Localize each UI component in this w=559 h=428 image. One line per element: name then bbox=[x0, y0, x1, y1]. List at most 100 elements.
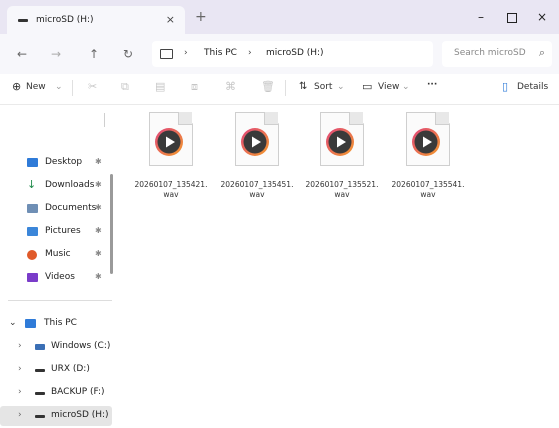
file-name: 20260107_135541. wav bbox=[388, 180, 468, 200]
file-extension: wav bbox=[163, 190, 179, 199]
file-item[interactable]: 20260107_135521. wav bbox=[302, 112, 382, 212]
pin-icon[interactable]: ✱ bbox=[95, 226, 102, 235]
tab-close-button[interactable]: × bbox=[166, 13, 175, 26]
maximize-icon bbox=[507, 12, 517, 23]
pin-icon[interactable]: ✱ bbox=[95, 249, 102, 258]
title-bar: microSD (H:) × + – × bbox=[0, 0, 559, 34]
file-extension: wav bbox=[334, 190, 350, 199]
monitor-icon bbox=[25, 319, 36, 328]
drive-icon bbox=[35, 369, 45, 372]
media-play-icon bbox=[326, 128, 354, 156]
breadcrumb-this-pc[interactable]: This PC bbox=[204, 48, 237, 58]
sidebar-item-windows-c[interactable]: › Windows (C:) bbox=[0, 337, 112, 357]
more-options-button[interactable]: ··· bbox=[427, 80, 437, 90]
sidebar-item-desktop[interactable]: Desktop ✱ bbox=[0, 153, 112, 173]
cut-button[interactable]: ✂ bbox=[88, 80, 97, 93]
toolbar-divider bbox=[285, 80, 286, 96]
chevron-down-icon: ⌄ bbox=[402, 82, 410, 92]
pin-icon[interactable]: ✱ bbox=[95, 157, 102, 166]
file-name-stem: 20260107_135421. bbox=[134, 180, 208, 189]
sidebar-item-music[interactable]: Music ✱ bbox=[0, 245, 112, 265]
sidebar-item-label: microSD (H:) bbox=[51, 410, 109, 420]
sidebar-item-backup-f[interactable]: › BACKUP (F:) bbox=[0, 383, 112, 403]
chevron-down-icon: ⌄ bbox=[55, 82, 63, 92]
sidebar-item-label: Music bbox=[45, 249, 71, 259]
chevron-right-icon[interactable]: › bbox=[18, 387, 22, 397]
file-extension: wav bbox=[420, 190, 436, 199]
file-name: 20260107_135451. wav bbox=[217, 180, 297, 200]
desktop-icon bbox=[27, 158, 38, 167]
sidebar-item-label: URX (D:) bbox=[51, 364, 90, 374]
search-icon: ⌕ bbox=[538, 46, 545, 59]
search-input[interactable]: Search microSD ⌕ bbox=[442, 41, 552, 67]
tab-title: microSD (H:) bbox=[36, 15, 94, 25]
pin-icon[interactable]: ✱ bbox=[95, 180, 102, 189]
details-icon: ▯ bbox=[502, 80, 509, 93]
chevron-down-icon[interactable]: ⌄ bbox=[9, 318, 17, 328]
refresh-button[interactable]: ↻ bbox=[118, 44, 138, 64]
file-extension: wav bbox=[249, 190, 265, 199]
sidebar-scrollbar[interactable] bbox=[110, 174, 113, 274]
sidebar-item-microsd-h[interactable]: › microSD (H:) bbox=[0, 406, 112, 426]
new-button[interactable]: New bbox=[26, 82, 46, 92]
drive-icon bbox=[35, 415, 45, 418]
address-bar-row: ← → ↑ ↻ › This PC › microSD (H:) Search … bbox=[0, 34, 559, 74]
view-icon: ▭ bbox=[362, 80, 373, 93]
monitor-icon bbox=[160, 49, 173, 59]
up-button[interactable]: ↑ bbox=[84, 44, 104, 64]
chevron-right-icon[interactable]: › bbox=[18, 410, 22, 420]
copy-button[interactable]: ⧉ bbox=[121, 80, 129, 94]
file-item[interactable]: 20260107_135451. wav bbox=[217, 112, 297, 212]
file-item[interactable]: 20260107_135421. wav bbox=[131, 112, 211, 212]
file-name-stem: 20260107_135521. bbox=[305, 180, 379, 189]
minimize-button[interactable]: – bbox=[466, 6, 496, 28]
back-button[interactable]: ← bbox=[12, 44, 32, 64]
sidebar-item-this-pc[interactable]: ⌄ This PC bbox=[0, 314, 112, 334]
sidebar-item-downloads[interactable]: ↓ Downloads ✱ bbox=[0, 176, 112, 196]
sidebar-item-label: Documents bbox=[45, 203, 97, 213]
navigation-pane: Desktop ✱ ↓ Downloads ✱ Documents ✱ Pict… bbox=[0, 105, 118, 428]
paste-button[interactable]: ▤ bbox=[155, 80, 165, 93]
details-button[interactable]: Details bbox=[517, 82, 548, 92]
chevron-down-icon: ⌄ bbox=[337, 82, 345, 92]
pictures-icon bbox=[27, 227, 38, 236]
file-name-stem: 20260107_135451. bbox=[220, 180, 294, 189]
drive-icon bbox=[35, 392, 45, 395]
media-play-icon bbox=[412, 128, 440, 156]
breadcrumb[interactable]: › This PC › microSD (H:) bbox=[152, 41, 433, 67]
view-button[interactable]: View bbox=[378, 82, 399, 92]
share-button[interactable]: ⌘ bbox=[225, 80, 236, 93]
page-fold bbox=[349, 112, 363, 125]
file-item[interactable]: 20260107_135541. wav bbox=[388, 112, 468, 212]
sidebar-item-label: Desktop bbox=[45, 157, 83, 167]
new-tab-button[interactable]: + bbox=[195, 10, 207, 24]
videos-icon bbox=[27, 273, 38, 282]
pin-icon[interactable]: ✱ bbox=[95, 203, 102, 212]
breadcrumb-microsd[interactable]: microSD (H:) bbox=[266, 48, 324, 58]
delete-button[interactable]: 🗑 bbox=[261, 80, 275, 93]
sidebar-item-pictures[interactable]: Pictures ✱ bbox=[0, 222, 112, 242]
sidebar-item-videos[interactable]: Videos ✱ bbox=[0, 268, 112, 288]
file-name: 20260107_135521. wav bbox=[302, 180, 382, 200]
sidebar-item-urx-d[interactable]: › URX (D:) bbox=[0, 360, 112, 380]
sidebar-item-documents[interactable]: Documents ✱ bbox=[0, 199, 112, 219]
sort-button[interactable]: Sort bbox=[314, 82, 332, 92]
media-play-icon bbox=[155, 128, 183, 156]
pin-icon[interactable]: ✱ bbox=[95, 272, 102, 281]
rename-button[interactable]: ⧈ bbox=[191, 80, 198, 94]
tab-microsd[interactable]: microSD (H:) × bbox=[7, 6, 185, 34]
page-fold bbox=[435, 112, 449, 125]
close-button[interactable]: × bbox=[527, 6, 557, 28]
command-bar: ⊕ New ⌄ ✂ ⧉ ▤ ⧈ ⌘ 🗑 ⇅ Sort ⌄ ▭ View ⌄ ··… bbox=[0, 74, 559, 105]
maximize-button[interactable] bbox=[497, 6, 527, 28]
documents-icon bbox=[27, 204, 38, 213]
forward-button[interactable]: → bbox=[46, 44, 66, 64]
download-arrow-icon: ↓ bbox=[27, 178, 37, 191]
chevron-right-icon[interactable]: › bbox=[18, 341, 22, 351]
chevron-right-icon[interactable]: › bbox=[18, 364, 22, 374]
new-icon: ⊕ bbox=[12, 80, 22, 93]
file-name: 20260107_135421. wav bbox=[131, 180, 211, 200]
search-placeholder: Search microSD bbox=[454, 48, 526, 58]
file-name-stem: 20260107_135541. bbox=[391, 180, 465, 189]
sidebar-item-label: Downloads bbox=[45, 180, 95, 190]
